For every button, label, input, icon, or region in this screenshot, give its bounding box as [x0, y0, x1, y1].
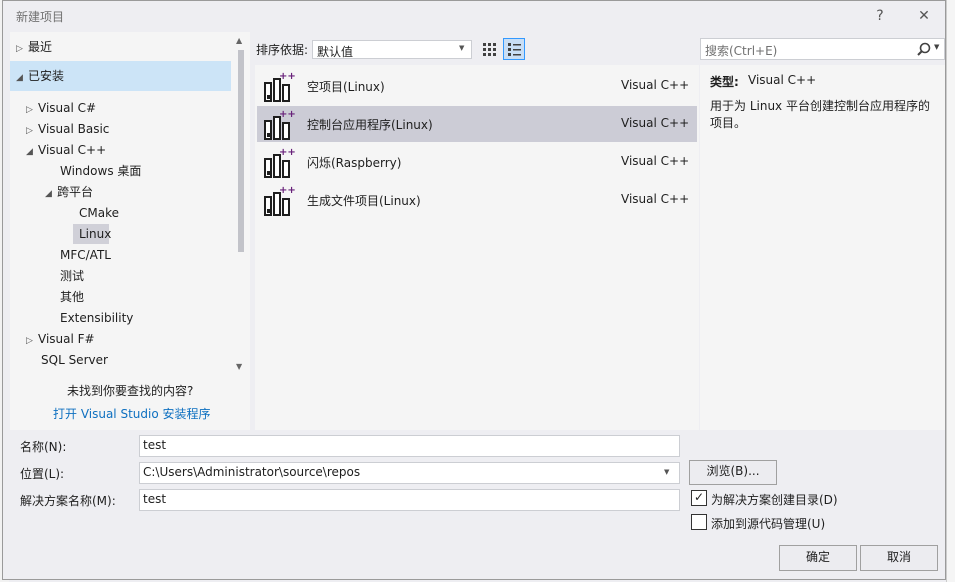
tree-node-linux[interactable]: Linux [79, 224, 111, 244]
tree-node-cross-platform[interactable]: ◢ 跨平台 [45, 182, 93, 202]
sort-dropdown[interactable]: 默认值 ▼ [312, 40, 472, 59]
dialog-title: 新建项目 [16, 10, 65, 24]
tree-label: Visual C++ [38, 143, 107, 157]
scroll-up-icon[interactable]: ▲ [236, 36, 246, 45]
template-details-panel: 类型: Visual C++ 用于为 Linux 平台创建控制台应用程序的项目。 [700, 65, 945, 430]
location-field[interactable]: C:\Users\Administrator\source\repos ▼ [139, 462, 680, 484]
cpp-project-icon: ++ [264, 109, 295, 140]
name-label: 名称(N): [20, 440, 67, 454]
expand-arrow-icon: ▷ [16, 44, 23, 54]
template-item-makefile-linux[interactable]: ++ 生成文件项目(Linux) Visual C++ [257, 182, 697, 218]
tree-node-visual-csharp[interactable]: ▷ Visual C# [26, 98, 96, 118]
svg-text:++: ++ [279, 147, 295, 158]
type-label: 类型: [710, 75, 739, 89]
sort-value: 默认值 [317, 45, 354, 59]
tree-node-extensibility[interactable]: Extensibility [60, 308, 133, 328]
type-value: Visual C++ [748, 73, 817, 87]
cpp-project-icon: ++ [264, 71, 295, 102]
collapse-arrow-icon: ◢ [45, 189, 52, 199]
svg-text:++: ++ [279, 71, 295, 82]
template-category-tree: ▷ 最近 ◢ 已安装 ▷ Visual C# ▷ Visual Basic ◢ Visua… [10, 32, 250, 430]
cpp-project-icon: ++ [264, 147, 295, 178]
template-item-console-linux[interactable]: ++ 控制台应用程序(Linux) Visual C++ [257, 106, 697, 142]
help-button[interactable]: ? [867, 5, 893, 27]
tree-node-other[interactable]: 其他 [60, 287, 84, 307]
close-icon: ✕ [918, 8, 930, 24]
tree-node-visual-basic[interactable]: ▷ Visual Basic [26, 119, 109, 139]
tree-label: Visual C# [38, 101, 97, 115]
template-language: Visual C++ [621, 78, 690, 92]
expand-arrow-icon: ▷ [26, 336, 33, 346]
new-project-dialog: 新建项目 ? ✕ ▷ 最近 ◢ 已安装 ▷ Visual C# ▷ Visual Bas… [2, 0, 946, 580]
create-directory-checkbox[interactable]: ✓ [691, 490, 707, 506]
title-bar: 新建项目 ? ✕ [3, 1, 945, 31]
grid-icon [483, 43, 496, 56]
view-list-button[interactable] [503, 38, 525, 60]
template-list: ++ 空项目(Linux) Visual C++ ++ 控制台应用程序(Linu… [255, 65, 699, 430]
chevron-down-icon: ▼ [459, 44, 465, 52]
browse-button[interactable]: 浏览(B)... [689, 460, 777, 485]
name-field[interactable]: test [139, 435, 680, 457]
tree-node-windows-desktop[interactable]: Windows 桌面 [60, 161, 141, 181]
template-item-blink-raspberry[interactable]: ++ 闪烁(Raspberry) Visual C++ [257, 144, 697, 180]
create-directory-label: 为解决方案创建目录(D) [711, 493, 838, 507]
template-language: Visual C++ [621, 116, 690, 130]
chevron-down-icon[interactable]: ▼ [664, 463, 669, 481]
ok-button[interactable]: 确定 [779, 545, 857, 571]
tree-node-cmake[interactable]: CMake [79, 203, 119, 223]
search-options-icon[interactable]: ▼ [934, 43, 939, 51]
tree-node-sql-server[interactable]: SQL Server [41, 350, 108, 370]
open-installer-link[interactable]: 打开 Visual Studio 安装程序 [53, 404, 211, 424]
view-small-icons-button[interactable] [479, 39, 499, 59]
list-view-icon [508, 43, 521, 56]
location-value: C:\Users\Administrator\source\repos [143, 465, 361, 479]
expand-arrow-icon: ▷ [26, 105, 33, 115]
solution-name-label: 解决方案名称(M): [20, 494, 116, 508]
collapse-arrow-icon: ◢ [26, 147, 33, 157]
background-app-right [946, 0, 955, 582]
template-name: 空项目(Linux) [307, 80, 385, 94]
scroll-down-icon[interactable]: ▼ [236, 362, 246, 371]
template-language: Visual C++ [621, 154, 690, 168]
search-input[interactable]: 搜索(Ctrl+E) [705, 42, 777, 59]
svg-text:++: ++ [279, 109, 295, 120]
location-label: 位置(L): [20, 467, 65, 481]
expand-arrow-icon: ▷ [26, 126, 33, 136]
collapse-arrow-icon: ◢ [16, 73, 23, 83]
svg-text:++: ++ [279, 185, 295, 196]
add-source-control-label: 添加到源代码管理(U) [711, 517, 826, 531]
tree-label: 最近 [28, 40, 53, 54]
solution-name-field[interactable]: test [139, 489, 680, 511]
template-description: 用于为 Linux 平台创建控制台应用程序的项目。 [710, 99, 930, 130]
tree-label: Visual F# [38, 332, 95, 346]
cpp-project-icon: ++ [264, 185, 295, 216]
tree-label: 已安装 [28, 69, 65, 83]
not-found-text: 未找到你要查找的内容? [67, 384, 194, 398]
template-name: 生成文件项目(Linux) [307, 194, 421, 208]
tree-node-mfc-atl[interactable]: MFC/ATL [60, 245, 111, 265]
tree-node-visual-cpp[interactable]: ◢ Visual C++ [26, 140, 106, 160]
template-name: 控制台应用程序(Linux) [307, 118, 433, 132]
search-box[interactable]: 搜索(Ctrl+E) ▼ [700, 38, 945, 60]
template-item-empty-linux[interactable]: ++ 空项目(Linux) Visual C++ [257, 68, 697, 104]
search-icon[interactable] [917, 42, 931, 56]
tree-label: Visual Basic [38, 122, 110, 136]
cancel-button[interactable]: 取消 [860, 545, 938, 571]
scrollbar-thumb[interactable] [238, 50, 244, 252]
tree-node-visual-fsharp[interactable]: ▷ Visual F# [26, 329, 95, 349]
close-button[interactable]: ✕ [911, 5, 937, 27]
tree-label: 跨平台 [57, 185, 94, 199]
tree-node-recent[interactable]: ▷ 最近 [16, 37, 52, 57]
add-source-control-checkbox[interactable] [691, 514, 707, 530]
tree-node-test[interactable]: 测试 [60, 266, 84, 286]
tree-node-installed[interactable]: ◢ 已安装 [16, 66, 64, 86]
sort-label: 排序依据: [256, 43, 309, 57]
template-language: Visual C++ [621, 192, 690, 206]
template-name: 闪烁(Raspberry) [307, 156, 402, 170]
